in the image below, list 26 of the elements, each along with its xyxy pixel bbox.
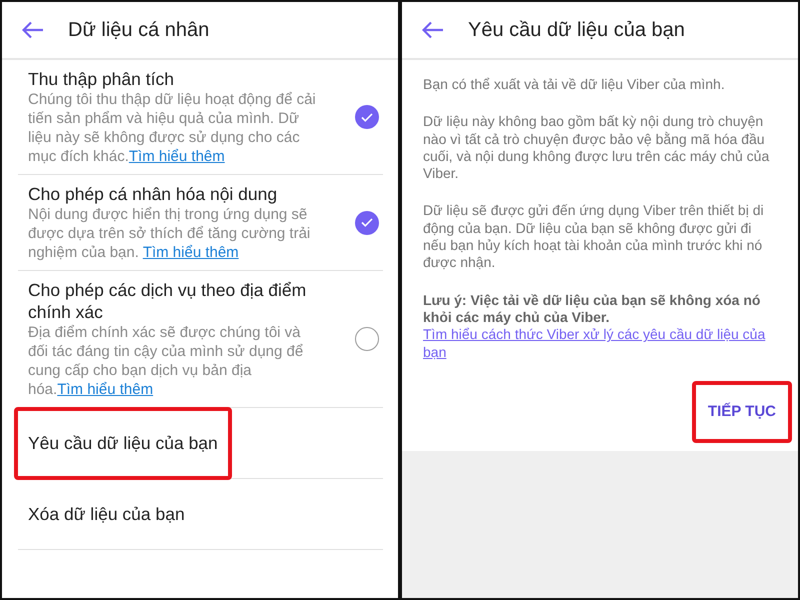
- setting-title: Cho phép cá nhân hóa nội dung: [28, 183, 278, 205]
- screen-title: Dữ liệu cá nhân: [68, 18, 210, 43]
- back-arrow-icon[interactable]: [22, 21, 44, 39]
- learn-more-link[interactable]: Tìm hiểu thêm: [128, 148, 225, 165]
- setting-title: Cho phép các dịch vụ theo địa điểm chính xác: [28, 279, 308, 323]
- setting-description: Nội dung được hiển thị trong ứng dụng sẽ được dựa trên sở thích để tăng cường trải nghiệm của bạn. Tìm hiểu thêm: [28, 205, 312, 262]
- continue-button[interactable]: TIẾP TỤC: [704, 398, 780, 426]
- paragraph-text: Bạn có thể xuất và tải về dữ liệu Viber của mình.: [423, 76, 726, 94]
- screen-title: Yêu cầu dữ liệu của bạn: [468, 18, 685, 43]
- note-text: Lưu ý: Việc tải về dữ liệu của bạn sẽ không xóa nó khỏi các máy chủ của Viber. Tìm hiểu cách thức Viber xử lý các yêu cầu dữ liệu của bạn: [423, 292, 778, 361]
- check-icon: [361, 218, 373, 227]
- checkbox[interactable]: [355, 327, 379, 351]
- setting-description: Địa điểm chính xác sẽ được chúng tôi và đối tác đáng tin cậy của mình sử dụng để cung cấp cho bạn dịch vụ bản địa hóa.Tìm hiểu thêm: [28, 323, 304, 399]
- menu-item[interactable]: Xóa dữ liệu của bạn: [28, 500, 185, 527]
- menu-item[interactable]: Yêu cầu dữ liệu của bạn: [28, 430, 218, 456]
- checkbox[interactable]: [355, 105, 379, 129]
- data-requests-link[interactable]: Tìm hiểu cách thức Viber xử lý các yêu cầu dữ liệu của bạn: [423, 326, 778, 361]
- setting-title: Thu thập phân tích: [28, 68, 175, 90]
- check-icon: [361, 112, 373, 122]
- setting-description: Chúng tôi thu thập dữ liệu hoạt động để cải tiến sản phẩm và hiệu quả của mình. Dữ liệu này sẽ không được sử dụng cho các mục đích khác.Tìm hiểu thêm: [28, 90, 317, 166]
- back-arrow-icon[interactable]: [422, 21, 444, 39]
- checkbox[interactable]: [355, 210, 379, 234]
- paragraph-text: Dữ liệu sẽ được gửi đến ứng dụng Viber trên thiết bị di động của bạn. Dữ liệu của bạn sẽ không được gửi đi nếu bạn hủy kích hoạt tài khoản của mình trước khi nó được nhận.: [423, 202, 765, 272]
- learn-more-link[interactable]: Tìm hiểu thêm: [142, 244, 239, 261]
- learn-more-link[interactable]: Tìm hiểu thêm: [57, 381, 154, 398]
- paragraph-text: Dữ liệu này không bao gồm bất kỳ nội dung trò chuyện nào vì tất cả trò chuyện được bảo vệ bằng mã hóa đầu cuối, và nội dung không được lưu trên các máy chủ của Viber.: [423, 113, 770, 182]
